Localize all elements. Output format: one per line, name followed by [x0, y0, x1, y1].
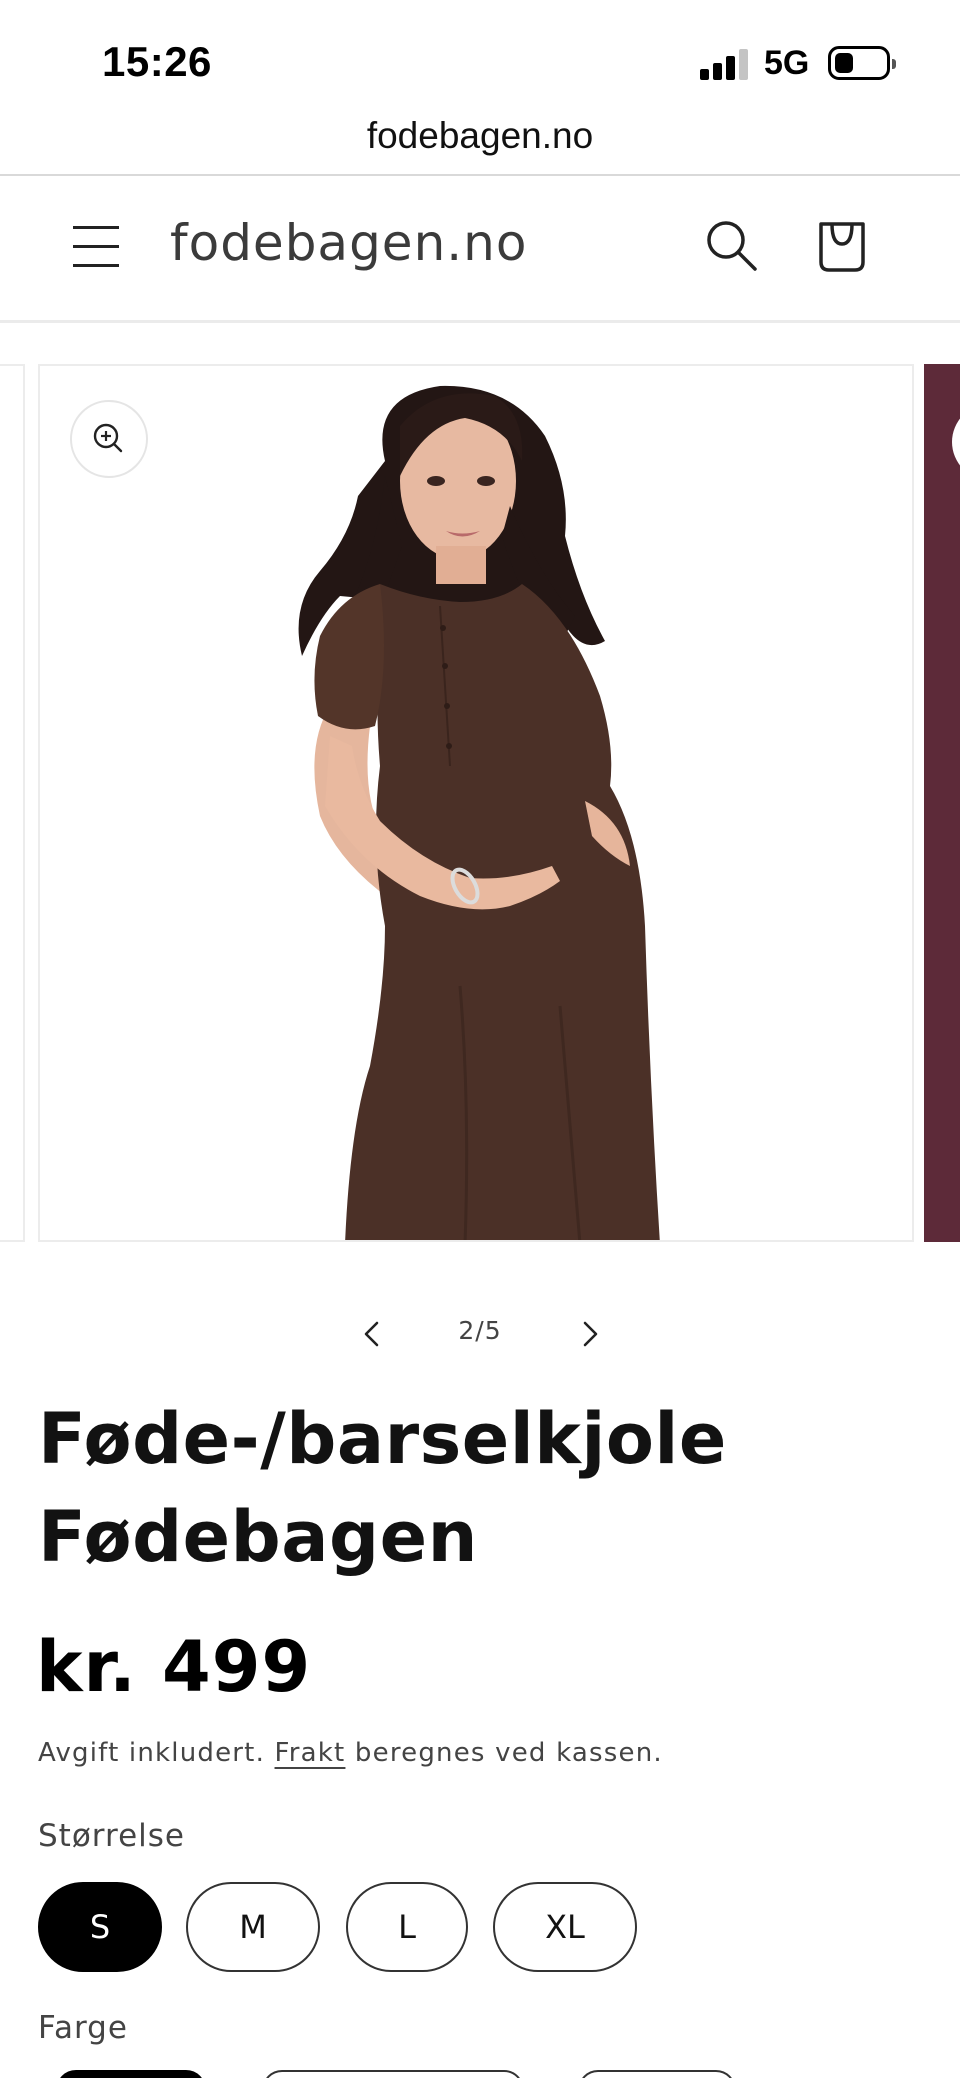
tax-shipping-note: Avgift inkludert. Frakt beregnes ved kas… [38, 1738, 663, 1768]
zoom-button-peek [952, 404, 960, 480]
network-type: 5G [764, 44, 810, 82]
menu-button[interactable] [70, 222, 122, 272]
browser-url-bar[interactable]: fodebagen.no [0, 110, 960, 174]
shipping-link[interactable]: Frakt [275, 1738, 346, 1768]
battery-icon [828, 46, 896, 80]
tax-note-prefix: Avgift inkludert. [38, 1738, 266, 1768]
cellular-signal-icon [700, 48, 752, 80]
site-header: fodebagen.no [0, 176, 960, 320]
color-option-3[interactable] [578, 2070, 736, 2078]
product-image-slide[interactable] [38, 364, 914, 1242]
search-button[interactable] [704, 218, 760, 274]
chevron-left-icon [364, 1321, 379, 1347]
next-slide-button[interactable] [570, 1314, 610, 1354]
slider-controls: 2/5 [0, 1300, 960, 1370]
status-time: 15:26 [102, 38, 212, 85]
cart-icon [819, 222, 865, 272]
product-title: Føde-/barselkjole Fødebagen [38, 1390, 918, 1586]
zoom-button[interactable] [70, 400, 148, 478]
color-label: Farge [38, 2010, 128, 2046]
product-image [298, 385, 660, 1240]
product-title-line2: Fødebagen [38, 1496, 478, 1578]
color-option-2[interactable] [262, 2070, 524, 2078]
product-gallery[interactable] [0, 364, 960, 1244]
site-logo[interactable]: fodebagen.no [170, 214, 527, 272]
color-option-1[interactable] [56, 2070, 206, 2078]
product-title-line1: Føde-/barselkjole [38, 1398, 727, 1480]
size-option-s[interactable]: S [38, 1882, 162, 1972]
previous-slide-preview[interactable] [0, 364, 25, 1242]
next-slide-preview[interactable] [924, 364, 960, 1242]
size-label: Størrelse [38, 1818, 185, 1854]
zoom-in-icon [93, 423, 123, 453]
divider [0, 320, 960, 323]
size-option-xl[interactable]: XL [493, 1882, 637, 1972]
cart-button[interactable] [812, 216, 872, 276]
size-option-m[interactable]: M [186, 1882, 320, 1972]
previous-slide-button[interactable] [352, 1314, 392, 1354]
size-option-l[interactable]: L [346, 1882, 468, 1972]
chevron-right-icon [583, 1321, 598, 1347]
product-price: kr. 499 [36, 1626, 312, 1708]
slide-counter: 2/5 [458, 1316, 502, 1345]
status-bar: 15:26 5G [0, 0, 960, 110]
search-icon [707, 221, 757, 271]
tax-note-suffix: beregnes ved kassen. [354, 1738, 663, 1768]
